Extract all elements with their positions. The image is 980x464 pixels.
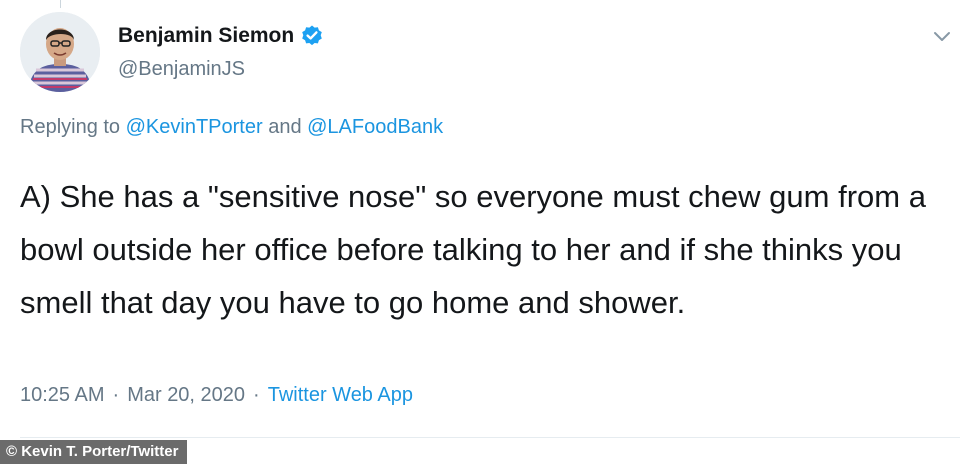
tweet-source-link[interactable]: Twitter Web App [268,384,413,407]
avatar[interactable] [20,12,100,92]
tweet-date[interactable]: Mar 20, 2020 [127,384,245,407]
tweet-meta: 10:25 AM · Mar 20, 2020 · Twitter Web Ap… [20,384,413,407]
verified-badge-icon [300,24,324,48]
photo-credit: © Kevin T. Porter/Twitter [0,440,188,464]
replying-to: Replying to @KevinTPorter and @LAFoodBan… [20,116,443,139]
author-name-row[interactable]: Benjamin Siemon [118,24,324,48]
replying-joiner: and [262,116,308,138]
meta-separator: · [112,384,120,406]
tweet-text: A) She has a "sensitive nose" so everyon… [20,179,926,320]
tweet-card: Benjamin Siemon @BenjaminJS Replying to … [0,0,980,464]
display-name[interactable]: Benjamin Siemon [118,24,294,48]
replying-prefix: Replying to [20,116,126,138]
thread-line [60,0,61,8]
meta-separator: · [253,384,260,406]
tweet-time[interactable]: 10:25 AM [20,384,105,407]
chevron-down-icon[interactable] [930,24,954,48]
divider [20,437,960,438]
mention-link-lafoodbank[interactable]: @LAFoodBank [307,116,443,138]
mention-link-kevintporter[interactable]: @KevinTPorter [126,116,263,138]
user-handle[interactable]: @BenjaminJS [118,58,245,81]
avatar-photo-icon [20,12,100,92]
